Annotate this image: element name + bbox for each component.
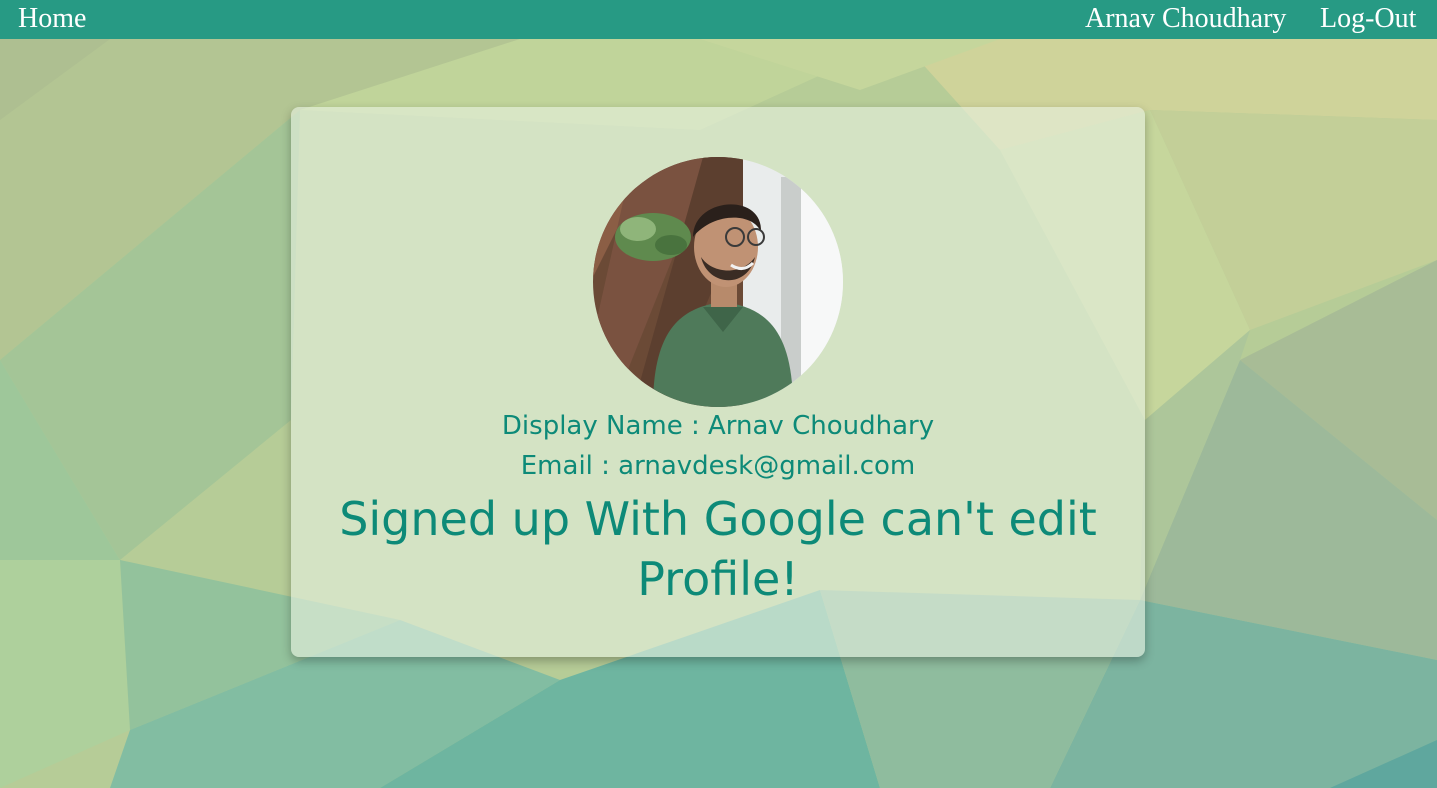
profile-photo [593,157,843,407]
google-signup-notice: Signed up With Google can't edit Profile… [339,492,1097,606]
user-name-link[interactable]: Arnav Choudhary [1085,3,1286,35]
display-name-text: Display Name : Arnav Choudhary [501,411,935,441]
home-link[interactable]: Home [18,3,86,35]
profile-card: Display Name : Arnav Choudhary Email : a… [291,107,1145,657]
logout-link[interactable]: Log-Out [1320,3,1416,35]
top-navbar: Home Arnav Choudhary Log-Out [0,0,1437,39]
email-text: Email : arnavdesk@gmail.com [520,451,916,481]
avatar [593,157,843,407]
